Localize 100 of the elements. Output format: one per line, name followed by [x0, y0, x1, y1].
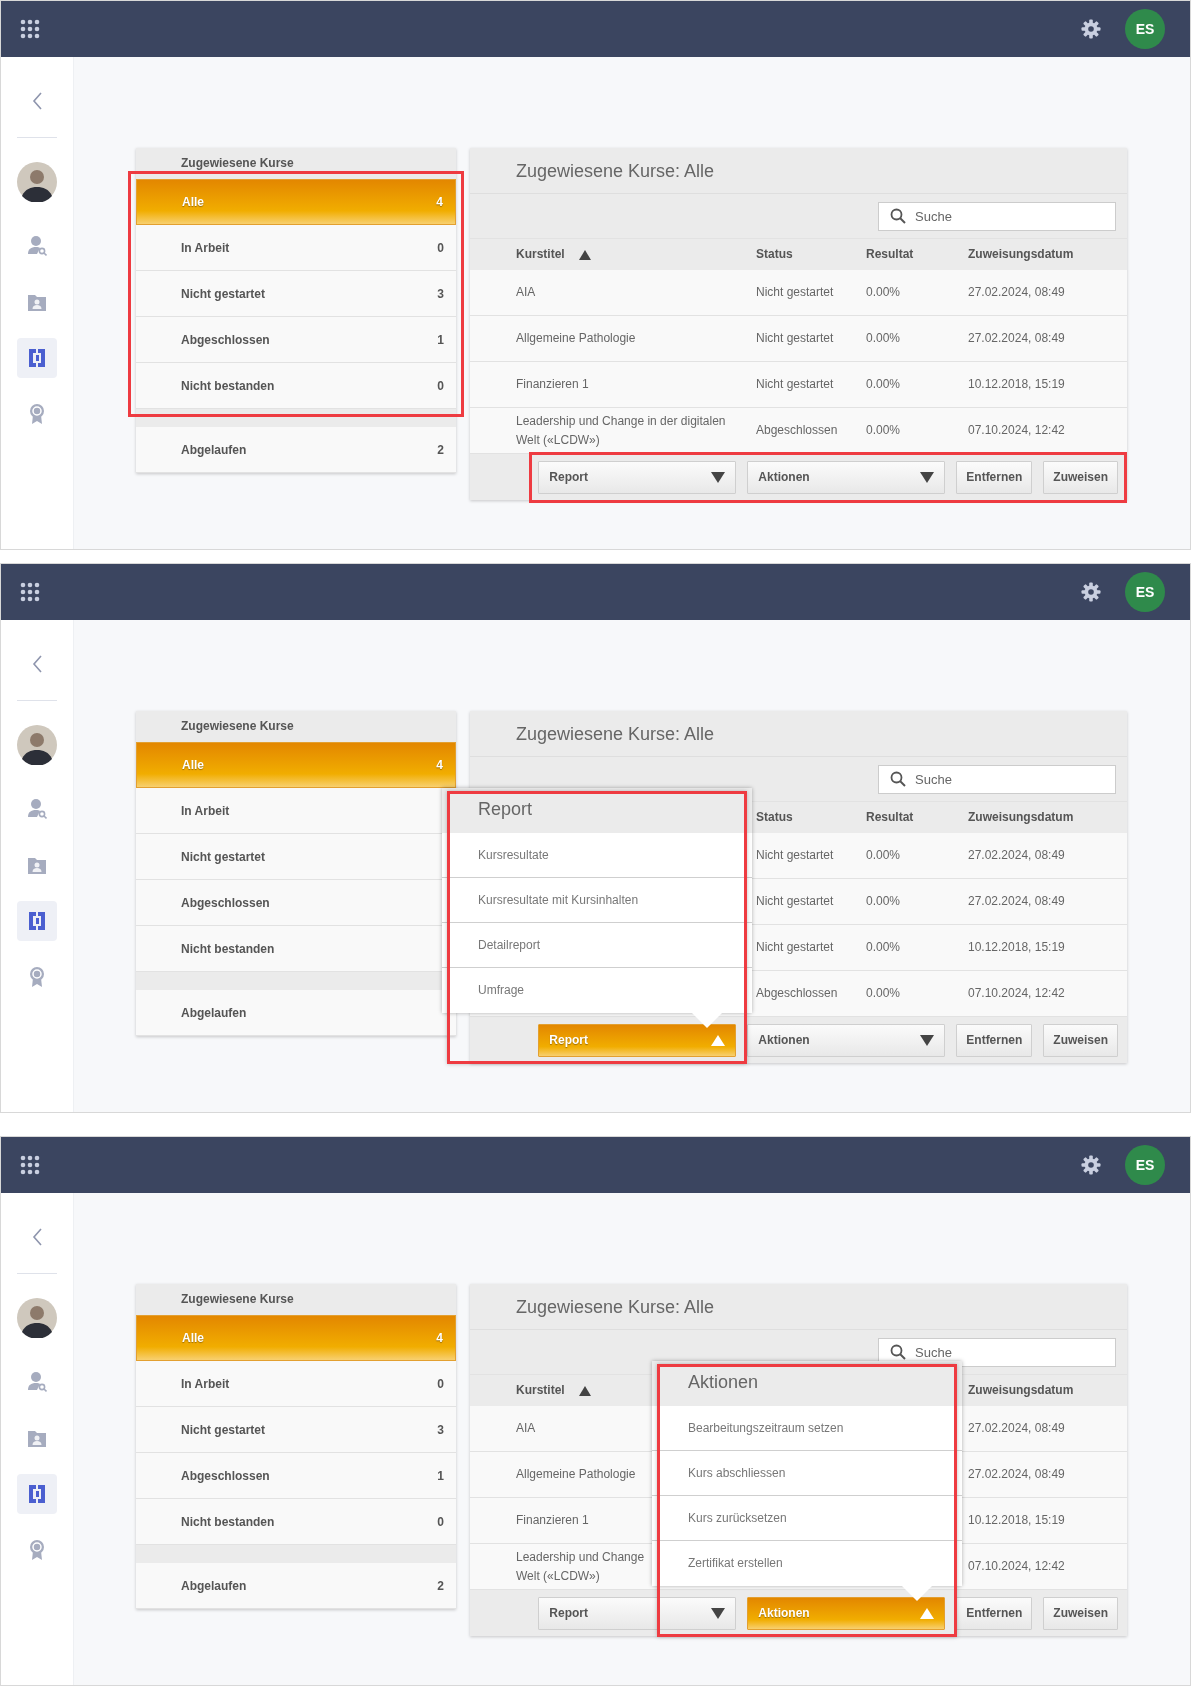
- menu-item[interactable]: Kursresultate: [442, 833, 752, 878]
- table-cell-text: Allgemeine Pathologie: [516, 1466, 636, 1483]
- user-avatar[interactable]: ES: [1125, 572, 1165, 612]
- column-header[interactable]: Zuweisungsdatum: [968, 808, 1074, 827]
- menu-item[interactable]: Kurs abschliessen: [652, 1451, 962, 1496]
- table-cell-text: Finanzieren 1: [516, 376, 589, 393]
- action-button[interactable]: Zuweisen: [1043, 460, 1118, 494]
- filter-heading: Zugewiesene Kurse: [136, 1284, 456, 1315]
- menu-item[interactable]: Zertifikat erstellen: [652, 1541, 962, 1586]
- filter-label: Abgelaufen: [181, 1578, 248, 1593]
- column-header[interactable]: Status: [756, 245, 793, 264]
- menu-title: Report: [442, 788, 752, 833]
- table-cell-text: 0.00%: [866, 422, 901, 439]
- filter-count: 1: [437, 1468, 444, 1483]
- column-header[interactable]: Zuweisungsdatum: [968, 245, 1074, 264]
- menu-item[interactable]: Bearbeitungszeitraum setzen: [652, 1406, 962, 1451]
- filter-label: Alle: [182, 1331, 205, 1345]
- settings-icon[interactable]: [1081, 582, 1101, 602]
- dropdown-button[interactable]: Report: [538, 460, 737, 494]
- column-header[interactable]: Zuweisungsdatum: [968, 1381, 1074, 1400]
- table-cell-text: Nicht gestartet: [756, 939, 834, 956]
- caret-icon: [711, 1607, 726, 1619]
- settings-icon[interactable]: [1081, 19, 1101, 39]
- table-cell-text: 27.02.2024, 08:49: [968, 1466, 1065, 1483]
- sidebar-item[interactable]: [17, 901, 57, 941]
- search-field[interactable]: Suche: [878, 201, 1116, 231]
- user-avatar[interactable]: ES: [1125, 9, 1165, 49]
- filter-count: 2: [437, 442, 444, 457]
- filter-label: In Arbeit: [181, 1376, 231, 1391]
- filter-item[interactable]: Nicht gestartet 3: [136, 1407, 456, 1453]
- table-cell-text: Finanzieren 1: [516, 1512, 589, 1529]
- menu-item[interactable]: Kursresultate mit Kursinhalten: [442, 878, 752, 923]
- column-header[interactable]: Resultat: [866, 245, 914, 264]
- table-cell-text: Nicht gestartet: [756, 284, 834, 301]
- filter-count: 2: [437, 1578, 444, 1593]
- filter-count: 1: [437, 332, 444, 347]
- menu-title: Aktionen: [652, 1361, 962, 1406]
- filter-label: Abgeschlossen: [181, 332, 271, 347]
- table-cell-text: Nicht gestartet: [756, 893, 834, 910]
- sidebar-item[interactable]: [17, 1474, 57, 1514]
- search-icon: [890, 207, 906, 224]
- caret-icon: [711, 1034, 726, 1046]
- action-button[interactable]: Entfernen: [956, 460, 1033, 494]
- back-icon[interactable]: [31, 654, 43, 674]
- filter-item[interactable]: Nicht gestartet 3: [136, 271, 456, 317]
- dropdown-button[interactable]: Aktionen: [747, 1023, 946, 1057]
- table-cell-text: 0.00%: [866, 330, 901, 347]
- filter-label: Alle: [182, 195, 205, 209]
- action-button[interactable]: Zuweisen: [1043, 1023, 1118, 1057]
- action-button[interactable]: Entfernen: [956, 1596, 1033, 1630]
- table-cell-text: 07.10.2024, 12:42: [968, 422, 1065, 439]
- back-icon[interactable]: [31, 1227, 43, 1247]
- table-cell-text: AIA: [516, 1420, 536, 1437]
- column-header[interactable]: Status: [756, 808, 793, 827]
- table-cell-text: 0.00%: [866, 376, 901, 393]
- table-cell-text: Abgeschlossen: [756, 422, 838, 439]
- filter-count: 3: [437, 1422, 444, 1437]
- table-cell-text: AIA: [516, 284, 536, 301]
- table-cell-text: 27.02.2024, 08:49: [968, 893, 1065, 910]
- menu-item[interactable]: Detailreport: [442, 923, 752, 968]
- filter-item[interactable]: Abgeschlossen 1: [136, 317, 456, 363]
- search-field[interactable]: Suche: [878, 1337, 1116, 1367]
- filter-item[interactable]: Abgelaufen 2: [136, 427, 456, 473]
- filter-label: Nicht gestartet: [181, 286, 267, 301]
- action-button[interactable]: Entfernen: [956, 1023, 1033, 1057]
- apps-menu-icon[interactable]: [20, 1155, 40, 1175]
- action-button[interactable]: Zuweisen: [1043, 1596, 1118, 1630]
- course-icon: [27, 1483, 47, 1505]
- table-cell-text: 07.10.2024, 12:42: [968, 1558, 1065, 1575]
- column-header[interactable]: Kurstitel: [516, 245, 591, 264]
- filter-item[interactable]: In Arbeit 0: [136, 225, 456, 271]
- dropdown-button[interactable]: Aktionen: [747, 460, 946, 494]
- menu-item[interactable]: Kurs zurücksetzen: [652, 1496, 962, 1541]
- table-cell-text: 0.00%: [866, 939, 901, 956]
- caret-icon: [711, 471, 726, 483]
- column-header[interactable]: Kurstitel: [516, 1381, 591, 1400]
- filter-count: 0: [437, 1376, 444, 1391]
- filter-item[interactable]: In Arbeit 0: [136, 1361, 456, 1407]
- search-field[interactable]: Suche: [878, 764, 1116, 794]
- filter-item[interactable]: Abgeschlossen 1: [136, 1453, 456, 1499]
- filter-count: 0: [437, 1514, 444, 1529]
- column-header[interactable]: Resultat: [866, 808, 914, 827]
- apps-menu-icon[interactable]: [20, 582, 40, 602]
- filter-item[interactable]: Abgelaufen 2: [136, 1563, 456, 1609]
- table-cell-text: 0.00%: [866, 985, 901, 1002]
- filter-count: 0: [437, 240, 444, 255]
- apps-menu-icon[interactable]: [20, 19, 40, 39]
- back-icon[interactable]: [31, 91, 43, 111]
- filter-label: Abgelaufen: [181, 442, 248, 457]
- caret-icon: [920, 471, 935, 483]
- dropdown-button[interactable]: Report: [538, 1596, 737, 1630]
- table-cell-text: 10.12.2018, 15:19: [968, 939, 1065, 956]
- table-cell-text: Leadership und Change in der digitalen Welt («LCDW»): [516, 412, 727, 449]
- avatar-icon: [17, 162, 57, 202]
- filter-label: Abgelaufen: [181, 1005, 248, 1020]
- settings-icon[interactable]: [1081, 1155, 1101, 1175]
- user-avatar[interactable]: ES: [1125, 1145, 1165, 1185]
- course-icon: [27, 347, 47, 369]
- sidebar-item[interactable]: [17, 338, 57, 378]
- filter-label: Abgeschlossen: [181, 895, 271, 910]
